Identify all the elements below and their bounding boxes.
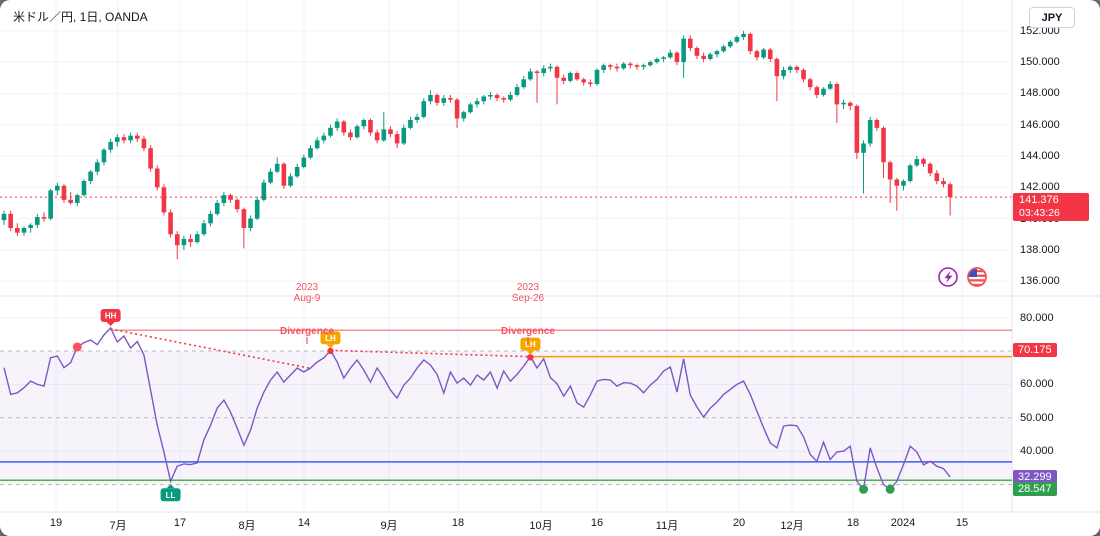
last-price-value: 141.376	[1019, 194, 1059, 206]
event-icons-layer	[938, 267, 987, 287]
last-price-badge: 141.376 03:43:26	[1013, 193, 1089, 221]
bar-countdown: 03:43:26	[1019, 207, 1060, 219]
rsi-upper-level-badge: 70.175	[1013, 343, 1057, 357]
page: HH LL LH LH 2023 Aug-9 Divergence 2023 Sep-26 Div…	[0, 0, 1100, 536]
lightning-event-icon[interactable]	[938, 267, 958, 287]
us-economic-event-icon[interactable]	[967, 267, 987, 287]
symbol-title[interactable]: 米ドル／円, 1日, OANDA	[13, 8, 148, 25]
rsi-lower-level-badge: 28.547	[1013, 482, 1057, 496]
chart-window: HH LL LH LH 2023 Aug-9 Divergence 2023 Sep-26 Div…	[0, 0, 1100, 536]
currency-axis-badge[interactable]: JPY	[1029, 7, 1075, 28]
